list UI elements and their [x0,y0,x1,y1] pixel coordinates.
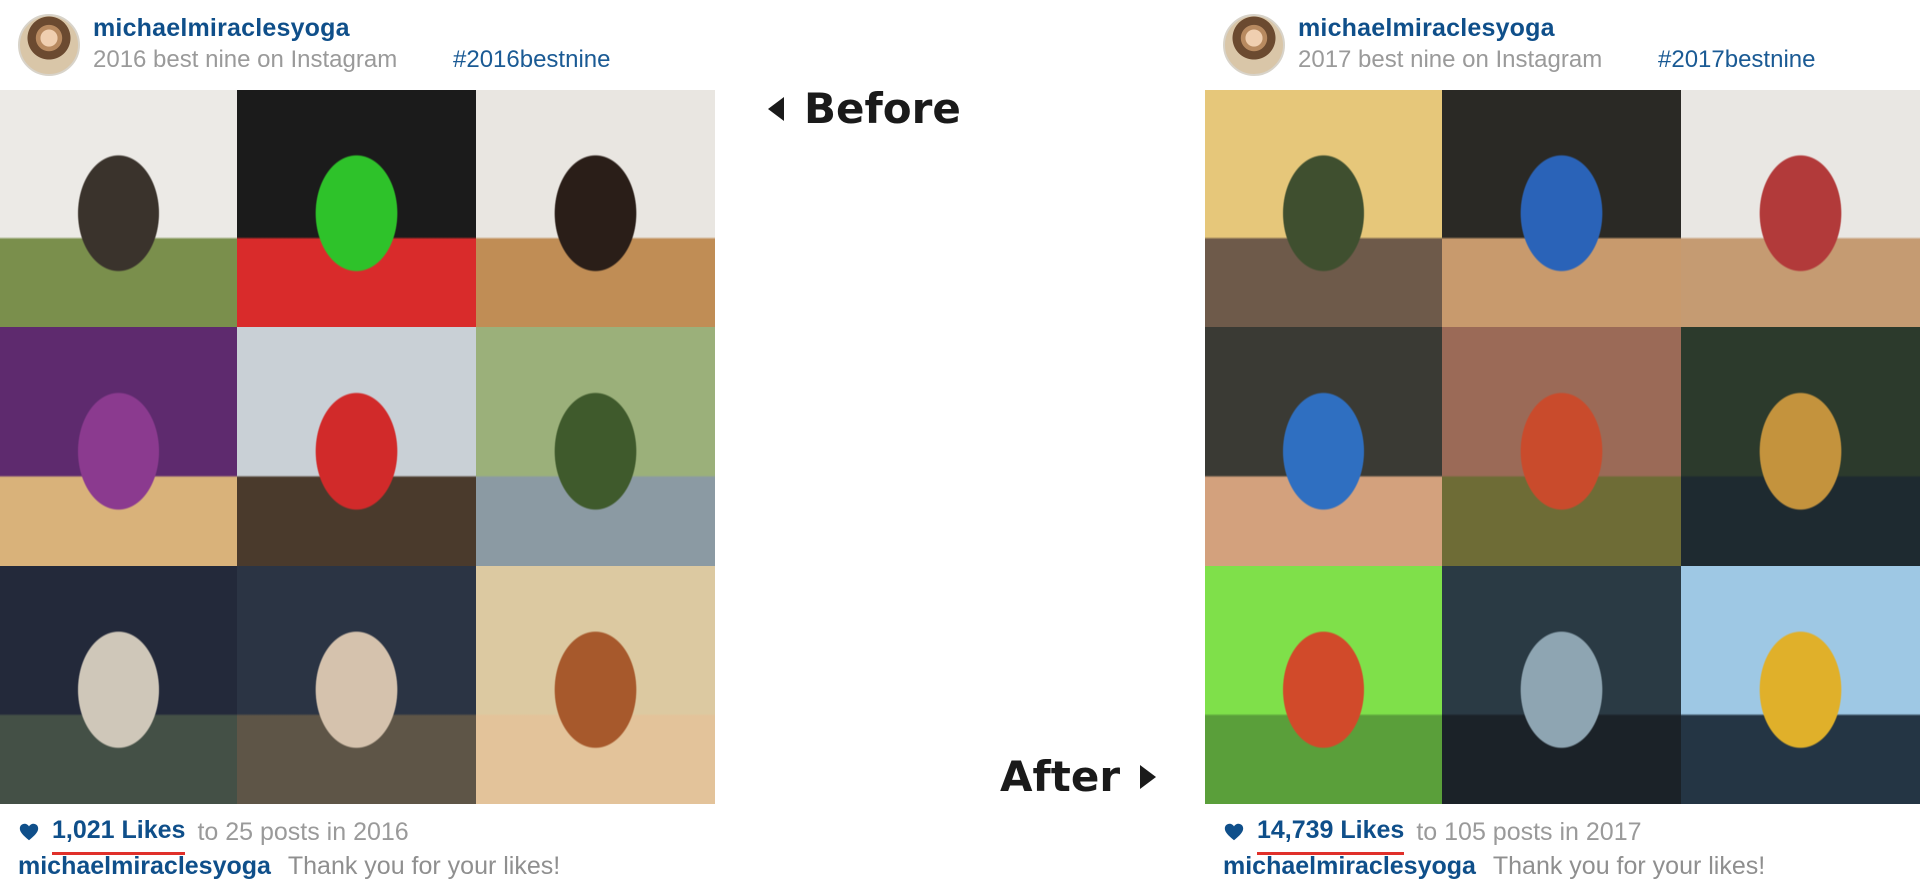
username-link[interactable]: michaelmiraclesyoga [1298,14,1555,43]
profile-avatar[interactable] [18,14,80,76]
panel-2017: michaelmiraclesyoga 2017 best nine on In… [1205,0,1920,894]
likes-count-link[interactable]: 1,021 Likes [52,816,186,855]
photo-tile[interactable] [0,90,237,327]
photo-tile[interactable] [1442,566,1681,804]
likes-row: 14,739 Likes to 105 posts in 2017 [1223,816,1642,855]
heart-icon[interactable] [18,821,40,843]
photo-tile[interactable] [1442,327,1681,566]
caption-text: Thank you for your likes! [1492,852,1766,880]
photo-tile[interactable] [1205,90,1442,327]
caption-text: Thank you for your likes! [287,852,561,880]
before-text: Before [804,84,961,133]
photo-tile[interactable] [1681,90,1920,327]
photo-tile[interactable] [1205,327,1442,566]
arrow-left-icon [768,96,784,121]
likes-description: to 25 posts in 2016 [197,817,409,846]
username-link[interactable]: michaelmiraclesyoga [93,14,350,43]
photo-tile[interactable] [1681,327,1920,566]
photo-tile[interactable] [0,566,237,804]
best-nine-grid [0,90,715,804]
photo-tile[interactable] [476,90,715,327]
best-nine-grid [1205,90,1920,804]
photo-tile[interactable] [476,327,715,566]
post-subtitle: 2017 best nine on Instagram [1298,46,1603,73]
arrow-right-icon [1140,764,1157,789]
caption-username-link[interactable]: michaelmiraclesyoga [1223,852,1476,880]
before-label: Before [768,84,961,133]
caption-username-link[interactable]: michaelmiraclesyoga [18,852,271,880]
hashtag-link[interactable]: #2016bestnine [453,46,610,74]
photo-tile[interactable] [1681,566,1920,804]
photo-tile[interactable] [1205,566,1442,804]
likes-count-link[interactable]: 14,739 Likes [1257,816,1405,855]
caption-row: michaelmiraclesyoga Thank you for your l… [1223,852,1765,881]
post-subtitle: 2016 best nine on Instagram [93,46,398,73]
photo-tile[interactable] [237,566,476,804]
photo-tile[interactable] [476,566,715,804]
profile-avatar[interactable] [1223,14,1285,76]
photo-tile[interactable] [0,327,237,566]
post-header: michaelmiraclesyoga 2016 best nine on In… [0,0,716,90]
photo-tile[interactable] [237,90,476,327]
caption-row: michaelmiraclesyoga Thank you for your l… [18,852,560,881]
post-header: michaelmiraclesyoga 2017 best nine on In… [1205,0,1920,90]
photo-tile[interactable] [237,327,476,566]
likes-row: 1,021 Likes to 25 posts in 2016 [18,816,409,855]
after-label: After [1000,752,1157,801]
heart-icon[interactable] [1223,821,1245,843]
photo-tile[interactable] [1442,90,1681,327]
likes-description: to 105 posts in 2017 [1416,817,1642,846]
after-text: After [1000,752,1121,801]
panel-2016: michaelmiraclesyoga 2016 best nine on In… [0,0,716,894]
hashtag-link[interactable]: #2017bestnine [1658,46,1815,74]
